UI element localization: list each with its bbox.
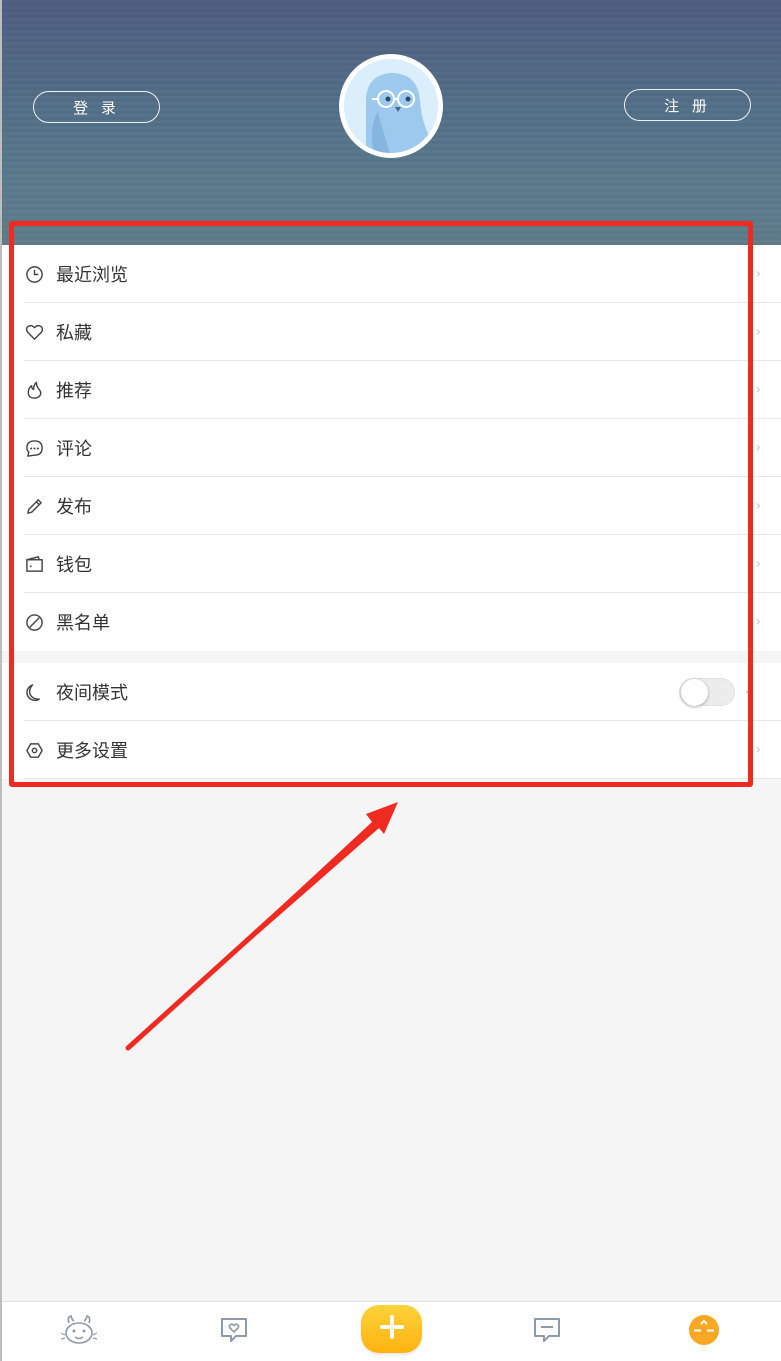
toggle-knob — [681, 679, 708, 706]
hexagon-settings-icon — [24, 740, 44, 760]
menu-item-label: 评论 — [56, 439, 92, 460]
wallet-icon — [24, 554, 44, 574]
comment-icon — [24, 438, 44, 458]
menu-item-label: 发布 — [56, 497, 92, 518]
menu-item-night-mode: 夜间模式 — [0, 663, 781, 721]
profile-face-icon — [688, 1314, 720, 1350]
heart-bubble-icon — [219, 1316, 249, 1348]
chevron-right-icon: › — [755, 324, 761, 340]
group-spacer — [0, 651, 781, 663]
add-post-button[interactable] — [361, 1305, 422, 1353]
message-icon — [532, 1316, 562, 1348]
menu-item-recommend[interactable]: 推荐 › — [0, 361, 781, 419]
chevron-right-icon: › — [755, 556, 761, 572]
tab-messages[interactable] — [507, 1302, 587, 1361]
night-mode-toggle[interactable] — [679, 678, 735, 706]
block-icon — [24, 612, 44, 632]
chevron-right-icon: › — [755, 614, 761, 630]
menu-item-more-settings[interactable]: 更多设置 › — [0, 721, 781, 779]
menu-item-blacklist[interactable]: 黑名单 › — [0, 593, 781, 651]
menu-item-recent[interactable]: 最近浏览 › — [0, 245, 781, 303]
menu-list: 最近浏览 › 私藏 › 推荐 › 评论 › 发布 › 钱包 › 黑名单 › 夜间… — [0, 245, 781, 779]
login-button[interactable]: 登 录 — [33, 91, 160, 123]
heart-icon — [24, 322, 44, 342]
menu-item-wallet[interactable]: 钱包 › — [0, 535, 781, 593]
chevron-right-icon: › — [755, 382, 761, 398]
bird-avatar-icon — [344, 59, 438, 153]
register-button[interactable]: 注 册 — [624, 89, 751, 121]
menu-item-label: 夜间模式 — [56, 683, 128, 704]
clock-icon — [24, 264, 44, 284]
menu-item-publish[interactable]: 发布 › — [0, 477, 781, 535]
chevron-right-icon: › — [755, 266, 761, 282]
chevron-right-icon: › — [755, 440, 761, 456]
plus-icon — [379, 1314, 405, 1344]
avatar[interactable] — [339, 54, 443, 158]
menu-item-comments[interactable]: 评论 › — [0, 419, 781, 477]
menu-item-label: 更多设置 — [56, 741, 128, 762]
chevron-right-icon: › — [755, 498, 761, 514]
menu-item-label: 推荐 — [56, 381, 92, 402]
menu-item-label: 钱包 — [56, 555, 92, 576]
divider — [24, 778, 781, 779]
chevron-right-icon: › — [755, 742, 761, 758]
menu-item-favorites[interactable]: 私藏 › — [0, 303, 781, 361]
menu-item-label: 最近浏览 — [56, 265, 128, 286]
tab-home[interactable] — [39, 1302, 119, 1361]
moon-icon — [24, 682, 44, 702]
menu-item-label: 私藏 — [56, 323, 92, 344]
pencil-icon — [24, 496, 44, 516]
tab-favorites[interactable] — [194, 1302, 274, 1361]
dragon-home-icon — [60, 1313, 98, 1351]
menu-item-label: 黑名单 — [56, 613, 110, 634]
dot-indicator — [746, 690, 749, 694]
left-edge-border — [0, 0, 2, 1361]
flame-icon — [24, 380, 44, 400]
tab-profile[interactable] — [664, 1302, 744, 1361]
